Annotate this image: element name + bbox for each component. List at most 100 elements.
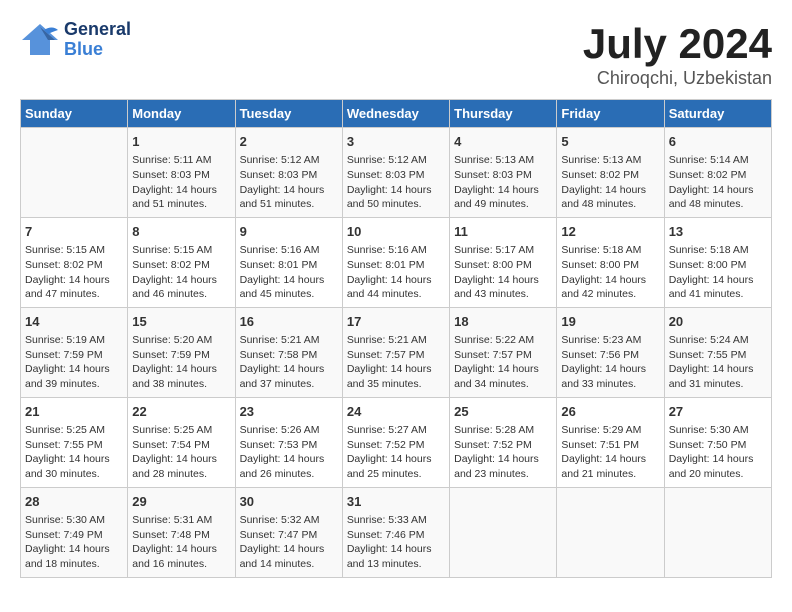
calendar-cell: 30 Sunrise: 5:32 AM Sunset: 7:47 PM Dayli… bbox=[235, 487, 342, 577]
calendar-cell bbox=[557, 487, 664, 577]
cell-content: Sunrise: 5:11 AM Sunset: 8:03 PM Dayligh… bbox=[132, 153, 230, 212]
logo-general-text: General bbox=[64, 20, 131, 40]
col-thursday: Thursday bbox=[450, 100, 557, 128]
calendar-cell: 29 Sunrise: 5:31 AM Sunset: 7:48 PM Dayli… bbox=[128, 487, 235, 577]
day-number: 30 bbox=[240, 493, 338, 511]
calendar-cell: 8Sunrise: 5:15 AM Sunset: 8:02 PM Daylig… bbox=[128, 217, 235, 307]
calendar-week-5: 28Sunrise: 5:30 AM Sunset: 7:49 PM Dayli… bbox=[21, 487, 772, 577]
calendar-cell: 21 Sunrise: 5:25 AM Sunset: 7:55 PM Dayli… bbox=[21, 397, 128, 487]
day-number: 24 bbox=[347, 403, 445, 421]
calendar-cell: 25 Sunrise: 5:28 AM Sunset: 7:52 PM Dayli… bbox=[450, 397, 557, 487]
cell-content: Sunrise: 5:21 AM Sunset: 7:58 PM Dayligh… bbox=[240, 333, 338, 392]
day-number: 7 bbox=[25, 223, 123, 241]
day-number: 26 bbox=[561, 403, 659, 421]
cell-content: Sunrise: 5:12 AM Sunset: 8:03 PM Dayligh… bbox=[240, 153, 338, 212]
cell-content: Sunrise: 5:31 AM Sunset: 7:48 PM Dayligh… bbox=[132, 513, 230, 572]
day-number: 13 bbox=[669, 223, 767, 241]
title-block: July 2024 Chiroqchi, Uzbekistan bbox=[583, 20, 772, 89]
calendar-cell: 19Sunrise: 5:23 AM Sunset: 7:56 PM Dayli… bbox=[557, 307, 664, 397]
calendar-cell: 1Sunrise: 5:11 AM Sunset: 8:03 PM Daylig… bbox=[128, 128, 235, 218]
calendar-cell bbox=[664, 487, 771, 577]
day-number: 15 bbox=[132, 313, 230, 331]
calendar-cell: 20 Sunrise: 5:24 AM Sunset: 7:55 PM Dayli… bbox=[664, 307, 771, 397]
day-number: 9 bbox=[240, 223, 338, 241]
cell-content: Sunrise: 5:27 AM Sunset: 7:52 PM Dayligh… bbox=[347, 423, 445, 482]
calendar-cell: 3Sunrise: 5:12 AM Sunset: 8:03 PM Daylig… bbox=[342, 128, 449, 218]
cell-content: Sunrise: 5:32 AM Sunset: 7:47 PM Dayligh… bbox=[240, 513, 338, 572]
logo-words: General Blue bbox=[64, 20, 131, 60]
calendar-cell: 14Sunrise: 5:19 AM Sunset: 7:59 PM Dayli… bbox=[21, 307, 128, 397]
calendar-cell: 13Sunrise: 5:18 AM Sunset: 8:00 PM Dayli… bbox=[664, 217, 771, 307]
day-number: 2 bbox=[240, 133, 338, 151]
cell-content: Sunrise: 5:29 AM Sunset: 7:51 PM Dayligh… bbox=[561, 423, 659, 482]
day-number: 11 bbox=[454, 223, 552, 241]
day-number: 4 bbox=[454, 133, 552, 151]
calendar-cell: 28Sunrise: 5:30 AM Sunset: 7:49 PM Dayli… bbox=[21, 487, 128, 577]
cell-content: Sunrise: 5:25 AM Sunset: 7:54 PM Dayligh… bbox=[132, 423, 230, 482]
cell-content: Sunrise: 5:22 AM Sunset: 7:57 PM Dayligh… bbox=[454, 333, 552, 392]
col-monday: Monday bbox=[128, 100, 235, 128]
calendar-cell: 26 Sunrise: 5:29 AM Sunset: 7:51 PM Dayli… bbox=[557, 397, 664, 487]
header-row: Sunday Monday Tuesday Wednesday Thursday… bbox=[21, 100, 772, 128]
cell-content: Sunrise: 5:16 AM Sunset: 8:01 PM Dayligh… bbox=[347, 243, 445, 302]
cell-content: Sunrise: 5:25 AM Sunset: 7:55 PM Dayligh… bbox=[25, 423, 123, 482]
cell-content: Sunrise: 5:24 AM Sunset: 7:55 PM Dayligh… bbox=[669, 333, 767, 392]
calendar-week-2: 7Sunrise: 5:15 AM Sunset: 8:02 PM Daylig… bbox=[21, 217, 772, 307]
day-number: 20 bbox=[669, 313, 767, 331]
cell-content: Sunrise: 5:13 AM Sunset: 8:03 PM Dayligh… bbox=[454, 153, 552, 212]
calendar-cell: 4 Sunrise: 5:13 AM Sunset: 8:03 PM Daylig… bbox=[450, 128, 557, 218]
calendar-table: Sunday Monday Tuesday Wednesday Thursday… bbox=[20, 99, 772, 578]
day-number: 6 bbox=[669, 133, 767, 151]
cell-content: Sunrise: 5:19 AM Sunset: 7:59 PM Dayligh… bbox=[25, 333, 123, 392]
col-tuesday: Tuesday bbox=[235, 100, 342, 128]
day-number: 3 bbox=[347, 133, 445, 151]
calendar-cell: 17Sunrise: 5:21 AM Sunset: 7:57 PM Dayli… bbox=[342, 307, 449, 397]
day-number: 21 bbox=[25, 403, 123, 421]
day-number: 18 bbox=[454, 313, 552, 331]
day-number: 27 bbox=[669, 403, 767, 421]
calendar-cell: 24 Sunrise: 5:27 AM Sunset: 7:52 PM Dayli… bbox=[342, 397, 449, 487]
calendar-cell: 10 Sunrise: 5:16 AM Sunset: 8:01 PM Dayli… bbox=[342, 217, 449, 307]
day-number: 29 bbox=[132, 493, 230, 511]
col-wednesday: Wednesday bbox=[342, 100, 449, 128]
calendar-cell: 5Sunrise: 5:13 AM Sunset: 8:02 PM Daylig… bbox=[557, 128, 664, 218]
calendar-cell bbox=[450, 487, 557, 577]
calendar-cell bbox=[21, 128, 128, 218]
cell-content: Sunrise: 5:14 AM Sunset: 8:02 PM Dayligh… bbox=[669, 153, 767, 212]
cell-content: Sunrise: 5:17 AM Sunset: 8:00 PM Dayligh… bbox=[454, 243, 552, 302]
calendar-cell: 6 Sunrise: 5:14 AM Sunset: 8:02 PM Daylig… bbox=[664, 128, 771, 218]
cell-content: Sunrise: 5:33 AM Sunset: 7:46 PM Dayligh… bbox=[347, 513, 445, 572]
day-number: 10 bbox=[347, 223, 445, 241]
day-number: 22 bbox=[132, 403, 230, 421]
calendar-week-3: 14Sunrise: 5:19 AM Sunset: 7:59 PM Dayli… bbox=[21, 307, 772, 397]
day-number: 31 bbox=[347, 493, 445, 511]
cell-content: Sunrise: 5:30 AM Sunset: 7:50 PM Dayligh… bbox=[669, 423, 767, 482]
main-title: July 2024 bbox=[583, 20, 772, 68]
calendar-cell: 7Sunrise: 5:15 AM Sunset: 8:02 PM Daylig… bbox=[21, 217, 128, 307]
calendar-cell: 27 Sunrise: 5:30 AM Sunset: 7:50 PM Dayli… bbox=[664, 397, 771, 487]
day-number: 17 bbox=[347, 313, 445, 331]
calendar-body: 1Sunrise: 5:11 AM Sunset: 8:03 PM Daylig… bbox=[21, 128, 772, 578]
col-saturday: Saturday bbox=[664, 100, 771, 128]
cell-content: Sunrise: 5:20 AM Sunset: 7:59 PM Dayligh… bbox=[132, 333, 230, 392]
calendar-cell: 12Sunrise: 5:18 AM Sunset: 8:00 PM Dayli… bbox=[557, 217, 664, 307]
day-number: 16 bbox=[240, 313, 338, 331]
calendar-cell: 23Sunrise: 5:26 AM Sunset: 7:53 PM Dayli… bbox=[235, 397, 342, 487]
calendar-week-4: 21 Sunrise: 5:25 AM Sunset: 7:55 PM Dayli… bbox=[21, 397, 772, 487]
day-number: 12 bbox=[561, 223, 659, 241]
day-number: 25 bbox=[454, 403, 552, 421]
cell-content: Sunrise: 5:28 AM Sunset: 7:52 PM Dayligh… bbox=[454, 423, 552, 482]
page-header: General Blue July 2024 Chiroqchi, Uzbeki… bbox=[20, 20, 772, 89]
calendar-header: Sunday Monday Tuesday Wednesday Thursday… bbox=[21, 100, 772, 128]
logo-icon bbox=[20, 22, 60, 57]
subtitle: Chiroqchi, Uzbekistan bbox=[583, 68, 772, 89]
col-sunday: Sunday bbox=[21, 100, 128, 128]
calendar-cell: 18 Sunrise: 5:22 AM Sunset: 7:57 PM Dayli… bbox=[450, 307, 557, 397]
calendar-cell: 11 Sunrise: 5:17 AM Sunset: 8:00 PM Dayli… bbox=[450, 217, 557, 307]
day-number: 19 bbox=[561, 313, 659, 331]
day-number: 8 bbox=[132, 223, 230, 241]
day-number: 5 bbox=[561, 133, 659, 151]
calendar-cell: 15 Sunrise: 5:20 AM Sunset: 7:59 PM Dayli… bbox=[128, 307, 235, 397]
calendar-cell: 9 Sunrise: 5:16 AM Sunset: 8:01 PM Daylig… bbox=[235, 217, 342, 307]
cell-content: Sunrise: 5:16 AM Sunset: 8:01 PM Dayligh… bbox=[240, 243, 338, 302]
